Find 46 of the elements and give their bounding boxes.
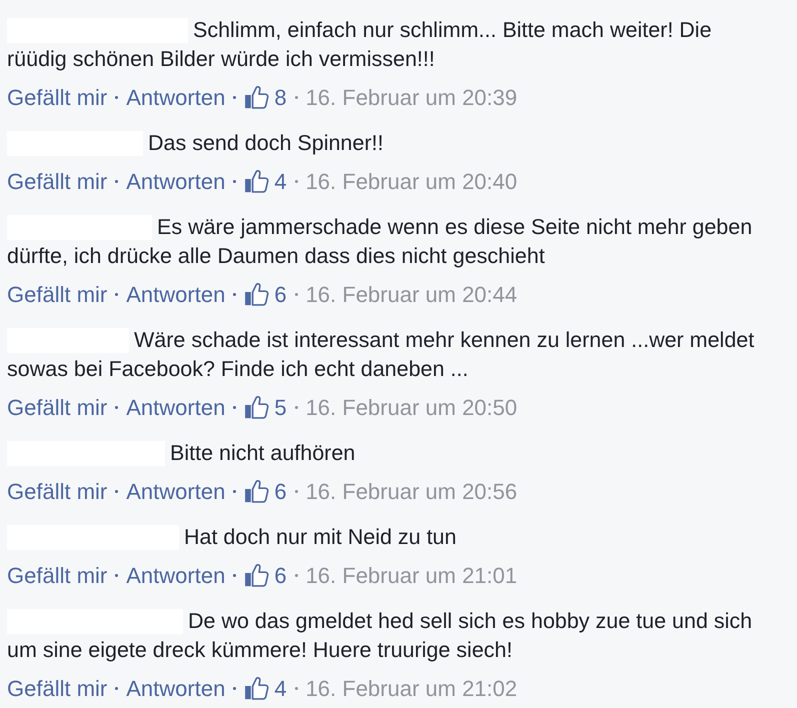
reply-link[interactable]: Antworten — [126, 676, 226, 702]
like-link[interactable]: Gefällt mir — [7, 394, 108, 420]
reply-link[interactable]: Antworten — [126, 478, 226, 504]
like-count: 6 — [274, 562, 287, 588]
reply-link[interactable]: Antworten — [126, 562, 226, 588]
thumbs-up-icon — [244, 283, 270, 306]
comment-text: Es wäre jammerschade wenn es diese Seite nicht mehr geben — [157, 215, 752, 240]
reply-link[interactable]: Antworten — [126, 168, 226, 194]
comment-text: Wäre schade ist interessant mehr kennen zu lernen ...wer meldet — [134, 328, 754, 353]
comment-timestamp: 16. Februar um 20:40 — [306, 168, 518, 194]
thumbs-up-icon — [244, 170, 270, 193]
like-link[interactable]: Gefällt mir — [7, 282, 108, 308]
like-link[interactable]: Gefällt mir — [7, 478, 108, 504]
like-link[interactable]: Gefällt mir — [7, 562, 108, 588]
thumbs-up-icon — [244, 564, 270, 587]
like-link[interactable]: Gefällt mir — [7, 676, 108, 702]
thumbs-up-icon — [244, 86, 270, 109]
thumbs-up-icon — [244, 396, 270, 419]
comment-timestamp: 16. Februar um 20:39 — [306, 84, 518, 110]
comment-text: De wo das gmeldet hed sell sich es hobby zue tue und sich — [188, 609, 752, 634]
comment-timestamp: 16. Februar um 20:50 — [306, 394, 518, 420]
comment-timestamp: 16. Februar um 21:01 — [306, 562, 518, 588]
comment-timestamp: 16. Februar um 20:56 — [306, 478, 518, 504]
reply-link[interactable]: Antworten — [126, 282, 226, 308]
like-link[interactable]: Gefällt mir — [7, 168, 108, 194]
thumbs-up-icon — [244, 480, 270, 503]
like-count: 4 — [274, 676, 287, 702]
comment-text: Hat doch nur mit Neid zu tun — [184, 525, 456, 550]
reply-link[interactable]: Antworten — [126, 84, 226, 110]
comment-text: Bitte nicht aufhören — [170, 441, 356, 466]
like-count: 8 — [274, 84, 287, 110]
thumbs-up-icon — [244, 677, 270, 700]
like-count: 6 — [274, 478, 287, 504]
reply-link[interactable]: Antworten — [126, 394, 226, 420]
comment-text-line: dürfte, ich drücke alle Daumen dass dies nicht geschieht — [7, 244, 545, 269]
comment-text: Schlimm, einfach nur schlimm... Bitte mach weiter! Die — [193, 18, 712, 43]
comment-timestamp: 16. Februar um 20:44 — [306, 282, 518, 308]
comment-timestamp: 16. Februar um 21:02 — [306, 676, 518, 702]
comment-text: Das send doch Spinner!! — [148, 131, 384, 156]
comment-text-line: um sine eigete dreck kümmere! Huere truurige siech! — [7, 638, 512, 663]
like-count: 4 — [274, 168, 287, 194]
comment-text-line: sowas bei Facebook? Finde ich echt daneben ... — [7, 357, 468, 382]
comment-text-line: rüüdig schönen Bilder würde ich vermissen!!! — [7, 47, 435, 72]
like-link[interactable]: Gefällt mir — [7, 84, 108, 110]
like-count: 6 — [274, 282, 287, 308]
like-count: 5 — [274, 394, 287, 420]
